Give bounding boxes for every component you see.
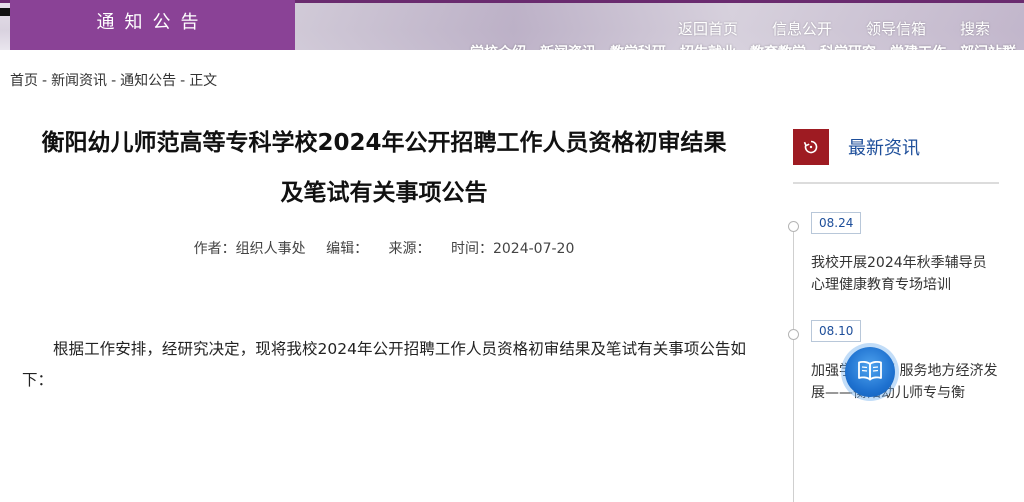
news-item[interactable]: 08.10 加强学科调研 服务地方经济发展——衡阳幼儿师专与衡 bbox=[788, 320, 999, 404]
article-source: 来源： bbox=[388, 241, 431, 257]
breadcrumb-news[interactable]: 新闻资讯 bbox=[51, 73, 107, 89]
sidebar-title: 最新资讯 bbox=[848, 138, 920, 159]
article-title-line-1: 衡阳幼儿师范高等专科学校2024年公开招聘工作人员资格初审结果 bbox=[41, 130, 727, 156]
breadcrumb-separator: - bbox=[111, 73, 117, 89]
main-nav-item[interactable]: 教育教学 bbox=[750, 42, 806, 50]
refresh-icon bbox=[793, 129, 829, 165]
main-nav: 学校介绍 新闻资讯 教学科研 招生就业 教育教学 科学研究 党建工作 部门站群 bbox=[470, 42, 1016, 50]
article-time: 时间：2024-07-20 bbox=[450, 241, 575, 257]
article-author: 作者：组织人事处 bbox=[193, 241, 306, 257]
breadcrumb-separator: - bbox=[42, 73, 48, 89]
main-nav-item[interactable]: 党建工作 bbox=[890, 42, 946, 50]
article-meta: 作者：组织人事处 编辑： 来源： 时间：2024-07-20 bbox=[22, 238, 746, 258]
article: 衡阳幼儿师范高等专科学校2024年公开招聘工作人员资格初审结果 及笔试有关事项公… bbox=[22, 118, 746, 396]
timeline-dot bbox=[788, 329, 799, 340]
news-title[interactable]: 我校开展2024年秋季辅导员心理健康教育专场培训 bbox=[811, 252, 999, 296]
article-editor: 编辑： bbox=[326, 241, 369, 257]
news-title[interactable]: 加强学科调研 服务地方经济发展——衡阳幼儿师专与衡 bbox=[811, 360, 999, 404]
main-nav-item[interactable]: 科学研究 bbox=[820, 42, 876, 50]
breadcrumb-home[interactable]: 首页 bbox=[10, 73, 38, 89]
banner-edge-mark bbox=[0, 8, 10, 16]
nav-home-link[interactable]: 返回首页 bbox=[678, 18, 738, 39]
reader-mode-button[interactable] bbox=[845, 347, 895, 397]
main-nav-item[interactable]: 部门站群 bbox=[960, 42, 1016, 50]
article-body-paragraph: 根据工作安排，经研究决定，现将我校2024年公开招聘工作人员资格初审结果及笔试有… bbox=[22, 340, 746, 389]
article-title: 衡阳幼儿师范高等专科学校2024年公开招聘工作人员资格初审结果 及笔试有关事项公… bbox=[22, 118, 746, 218]
breadcrumb-current: 正文 bbox=[189, 73, 218, 89]
main-nav-item[interactable]: 新闻资讯 bbox=[540, 42, 596, 50]
nav-search-link[interactable]: 搜索 bbox=[960, 18, 990, 39]
nav-leader-mailbox-link[interactable]: 领导信箱 bbox=[866, 18, 926, 39]
breadcrumb-separator: - bbox=[180, 73, 186, 89]
main-nav-item[interactable]: 招生就业 bbox=[680, 42, 736, 50]
timeline-dot bbox=[788, 221, 799, 232]
news-timeline: 08.24 我校开展2024年秋季辅导员心理健康教育专场培训 08.10 加强学… bbox=[788, 212, 999, 502]
latest-news-sidebar: 最新资讯 08.24 我校开展2024年秋季辅导员心理健康教育专场培训 08.1… bbox=[788, 129, 999, 502]
news-date: 08.24 bbox=[811, 212, 862, 234]
header-banner: 通知公告 返回首页 信息公开 领导信箱 搜索 学校介绍 新闻资讯 教学科研 招生… bbox=[0, 0, 1024, 50]
news-date: 08.10 bbox=[811, 320, 862, 342]
top-nav: 返回首页 信息公开 领导信箱 搜索 bbox=[678, 18, 990, 39]
main-nav-item[interactable]: 教学科研 bbox=[610, 42, 666, 50]
news-item[interactable]: 08.24 我校开展2024年秋季辅导员心理健康教育专场培训 bbox=[788, 212, 999, 296]
main-nav-item[interactable]: 学校介绍 bbox=[470, 42, 526, 50]
breadcrumb-notices[interactable]: 通知公告 bbox=[120, 73, 176, 89]
nav-info-public-link[interactable]: 信息公开 bbox=[772, 18, 832, 39]
sidebar-header: 最新资讯 bbox=[793, 129, 999, 184]
open-book-icon bbox=[857, 359, 883, 385]
breadcrumb: 首页 - 新闻资讯 - 通知公告 - 正文 bbox=[10, 70, 217, 90]
section-tag: 通知公告 bbox=[10, 0, 295, 50]
article-title-line-2: 及笔试有关事项公告 bbox=[280, 180, 488, 206]
